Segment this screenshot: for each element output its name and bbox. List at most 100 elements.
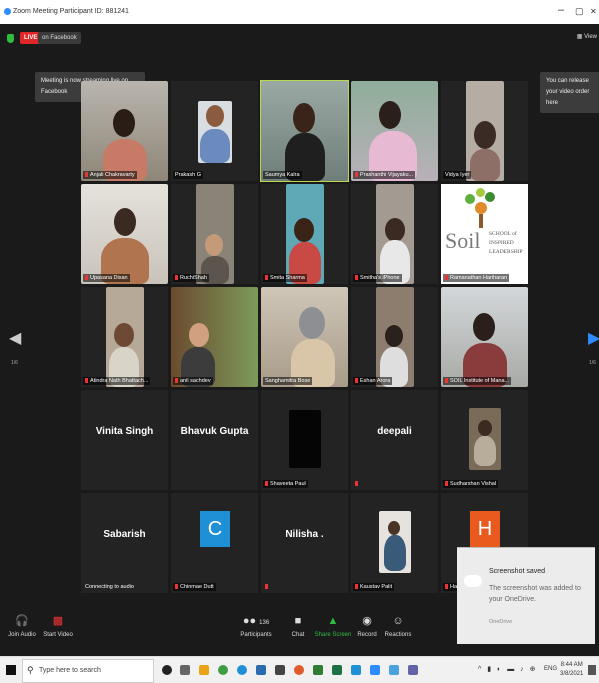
participant-tile[interactable]: C Chinmae Dutt: [171, 493, 258, 593]
chrome-icon[interactable]: [218, 665, 228, 675]
participant-tile[interactable]: Atindra Nath Bhattach...: [81, 287, 168, 387]
previous-page-button[interactable]: ◀: [9, 328, 21, 348]
participant-display-name: deepali: [377, 426, 412, 437]
participant-name: Sanghamitra Bose: [263, 377, 313, 385]
participant-tile[interactable]: Soil SCHOOL of INSPIRED LEADERSHIP Ramanat…: [441, 184, 528, 284]
video-off-icon: ▩: [52, 615, 64, 627]
reactions-button[interactable]: ☺ Reactions: [376, 614, 420, 638]
participant-name: Anjali Chakravarty: [83, 171, 137, 179]
store-icon[interactable]: [256, 665, 266, 675]
start-video-button[interactable]: ▩ Start Video: [36, 614, 80, 638]
participant-tile-active-speaker[interactable]: Saumya Kalra: [260, 80, 349, 182]
notification-center-icon[interactable]: [588, 665, 596, 675]
participant-body: [470, 149, 500, 181]
participant-tile[interactable]: Sudharshan Vishal: [441, 390, 528, 490]
participant-name: Chinmae Dutt: [173, 583, 216, 591]
app-icon[interactable]: [313, 665, 323, 675]
cloud-icon: [464, 575, 482, 587]
participant-tile[interactable]: Upasana Dixan: [81, 184, 168, 284]
participant-name: Vidya Iyer: [443, 171, 472, 179]
participant-head: [478, 420, 492, 436]
notification-body: The screenshot was added to your OneDriv…: [489, 585, 581, 603]
muted-mic-icon: [445, 481, 448, 487]
zoom-logo-icon: [4, 8, 11, 15]
participant-head: [473, 313, 495, 341]
windows-start-icon[interactable]: [6, 665, 16, 675]
outlook-icon[interactable]: [351, 665, 361, 675]
muted-mic-icon: [265, 275, 268, 281]
window-title: Zoom Meeting Participant ID: 881241: [13, 8, 129, 15]
teams-icon[interactable]: [408, 665, 418, 675]
participant-tile[interactable]: SOIL Institute of Mana...: [441, 287, 528, 387]
participant-tile[interactable]: Smitha's iPhone: [351, 184, 438, 284]
muted-mic-icon: [355, 275, 358, 281]
participants-icon: ●● 136: [242, 615, 270, 627]
system-tray-icons[interactable]: ^ ▮ ◐ ▬ ♪ ⊕: [478, 665, 537, 673]
minimize-button[interactable]: –: [558, 4, 564, 16]
muted-mic-icon: [445, 584, 448, 590]
next-page-button[interactable]: ▶: [588, 328, 599, 348]
participant-name: Ramanathan Hariharan: [443, 274, 510, 282]
participant-tile[interactable]: Nilisha .: [261, 493, 348, 593]
participant-body: [384, 535, 406, 571]
muted-mic-icon: [85, 275, 88, 281]
participant-name: Shaveeta Paul: [263, 480, 308, 488]
clock[interactable]: 8:44 AM 3/8/2021: [560, 661, 583, 679]
participant-tile[interactable]: Sanghamitra Bose: [261, 287, 348, 387]
language-indicator[interactable]: ENG: [544, 666, 557, 672]
participant-name: Prashanthi Vijayaku...: [353, 171, 416, 179]
participant-tile[interactable]: Anjali Chakravarty: [81, 81, 168, 181]
participant-name: SOIL Institute of Mana...: [443, 377, 512, 385]
participant-tile[interactable]: deepali: [351, 390, 438, 490]
participant-name: Sudharshan Vishal: [443, 480, 499, 488]
grid-icon: ▦: [576, 34, 585, 40]
participant-name: [353, 480, 362, 488]
task-view-icon[interactable]: [180, 665, 190, 675]
file-explorer-icon[interactable]: [199, 665, 209, 675]
participant-name: Smitha's iPhone: [353, 274, 402, 282]
participants-button[interactable]: ●● 136 Participants: [234, 614, 278, 638]
muted-mic-icon: [265, 584, 268, 590]
live-destination[interactable]: on Facebook: [38, 32, 81, 44]
participant-tile[interactable]: Bhavuk Gupta: [171, 390, 258, 490]
participant-head: [293, 103, 315, 133]
soil-logo-subtitle: SCHOOL of INSPIRED LEADERSHIP: [489, 231, 523, 255]
firefox-icon[interactable]: [294, 665, 304, 675]
view-label: View: [584, 34, 597, 40]
screenshot-saved-notification[interactable]: Screenshot saved The screenshot was adde…: [457, 547, 595, 644]
search-placeholder: Type here to search: [39, 667, 101, 674]
participant-tile[interactable]: RuchiShah: [171, 184, 258, 284]
cortana-icon[interactable]: [162, 665, 172, 675]
participant-tile[interactable]: Shaveeta Paul: [261, 390, 348, 490]
participant-head: [388, 521, 400, 535]
muted-mic-icon: [445, 378, 448, 384]
participant-tile[interactable]: Vidya Iyer: [441, 81, 528, 181]
close-button[interactable]: ✕: [590, 7, 597, 16]
zoom-taskbar-icon[interactable]: [370, 665, 380, 675]
view-button[interactable]: ▦ View: [577, 33, 597, 40]
muted-mic-icon: [85, 378, 88, 384]
taskbar-search-box[interactable]: ⚲ Type here to search: [22, 659, 154, 683]
encryption-shield-icon[interactable]: [7, 34, 14, 43]
app-icon[interactable]: [275, 665, 285, 675]
app-icon[interactable]: [389, 665, 399, 675]
restore-button[interactable]: ▢: [575, 6, 584, 17]
participant-head: [113, 109, 135, 137]
muted-mic-icon: [355, 378, 358, 384]
participant-name: Kaustav Palit: [353, 583, 395, 591]
participant-tile[interactable]: Smita Sharma: [261, 184, 348, 284]
participant-tile[interactable]: Prakash G: [171, 81, 258, 181]
participant-tile[interactable]: Prashanthi Vijayaku...: [351, 81, 438, 181]
participant-head: [294, 218, 314, 242]
participant-head: [189, 323, 209, 347]
notification-title: Screenshot saved: [489, 568, 546, 575]
participant-tile[interactable]: Eshan Arora: [351, 287, 438, 387]
excel-icon[interactable]: [332, 665, 342, 675]
participant-tile[interactable]: Kaustav Palit: [351, 493, 438, 593]
participant-tile[interactable]: Sabarish Connecting to audio: [81, 493, 168, 593]
edge-icon[interactable]: [237, 665, 247, 675]
muted-mic-icon: [175, 584, 178, 590]
participant-tile[interactable]: Vinita Singh: [81, 390, 168, 490]
participant-display-name: Nilisha .: [285, 529, 324, 540]
participant-tile[interactable]: anil sachdev: [171, 287, 258, 387]
